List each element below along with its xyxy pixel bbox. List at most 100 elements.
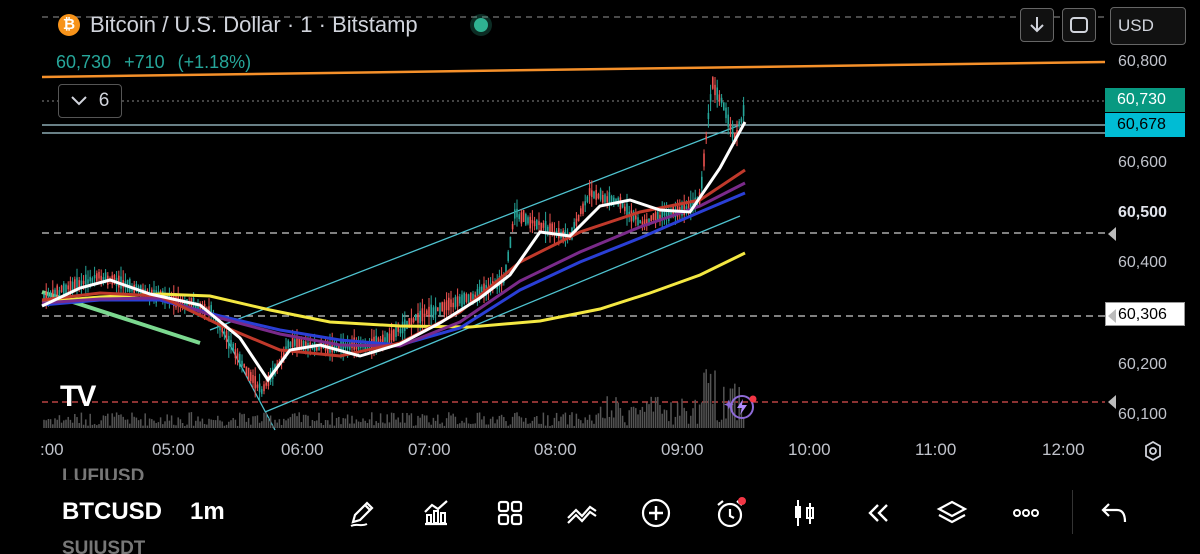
time-axis-label: 07:00	[408, 440, 451, 459]
candle-body	[536, 219, 538, 230]
candle-body	[388, 333, 391, 343]
candle-body	[593, 191, 595, 199]
candle-body	[522, 210, 525, 222]
candle-body	[738, 121, 740, 127]
candle-body	[263, 384, 265, 392]
settings-icon	[1145, 440, 1161, 462]
candle-body	[529, 216, 531, 229]
chevron-down-icon	[70, 96, 87, 106]
price-axis-label: 60,800	[1118, 53, 1167, 70]
candle-body	[228, 335, 230, 349]
line-price-tag: 60,678	[1105, 113, 1185, 137]
candle-body	[386, 332, 388, 343]
channel-line-lower	[264, 215, 741, 413]
time-axis-label: :00	[40, 440, 64, 459]
candles-icon[interactable]	[784, 493, 824, 533]
symbol-current[interactable]: BTCUSD	[62, 498, 162, 526]
candle-body	[531, 219, 534, 224]
candle-body	[580, 208, 582, 214]
candle-body	[245, 366, 248, 377]
download-button[interactable]	[1020, 8, 1054, 42]
candle-body	[740, 118, 743, 123]
candle-body	[445, 300, 448, 311]
triangle-marker-icon	[1108, 227, 1116, 241]
candle-body	[727, 114, 729, 127]
chart-area[interactable]: ₿ Bitcoin / U.S. Dollar · 1 · Bitstamp 6…	[0, 0, 1200, 470]
price-axis-label: 60,200	[1118, 356, 1167, 373]
candle-body	[390, 330, 393, 341]
candle-body	[234, 349, 237, 359]
candle-body	[701, 176, 703, 189]
chart-settings-button[interactable]	[1142, 440, 1164, 462]
undo-icon[interactable]	[1094, 493, 1134, 533]
candle-body	[60, 285, 63, 293]
more-icon[interactable]	[1006, 493, 1046, 533]
candle-body	[96, 273, 98, 282]
candle-body	[430, 304, 432, 316]
candle-body	[538, 221, 540, 226]
candle-body	[52, 289, 54, 295]
candle-body	[448, 297, 450, 311]
price-change: +710	[124, 52, 165, 72]
candle-body	[577, 214, 580, 222]
indicators-icon[interactable]	[416, 493, 456, 533]
price-axis-label: 60,100	[1118, 406, 1167, 423]
candle-body	[509, 236, 512, 248]
fullscreen-button[interactable]	[1062, 8, 1096, 42]
candle-body	[657, 211, 659, 220]
patterns-icon[interactable]	[562, 493, 602, 533]
candle-body	[705, 136, 707, 140]
ma-darkblue	[41, 191, 746, 347]
time-axis-label: 10:00	[788, 440, 831, 459]
candle-body	[507, 251, 509, 262]
candle-body	[588, 188, 591, 196]
candle-body	[575, 218, 578, 226]
plus-icon[interactable]	[636, 493, 676, 533]
symbol-title[interactable]: Bitcoin / U.S. Dollar · 1 · Bitstamp	[90, 12, 418, 38]
ai-spark-icon[interactable]	[723, 394, 758, 420]
candle-body	[421, 308, 424, 322]
symbol-next[interactable]: SUIUSDT	[62, 538, 145, 554]
candle-body	[287, 340, 289, 349]
candle-body	[527, 217, 529, 224]
candle-body	[707, 112, 710, 119]
candle-body	[723, 102, 725, 111]
candle-body	[415, 314, 417, 321]
indicators-count: 6	[98, 90, 110, 111]
candle-body	[89, 276, 91, 282]
candle-body	[426, 310, 428, 315]
tradingview-logo: TV	[60, 380, 96, 413]
candle-body	[98, 271, 100, 279]
pencil-icon[interactable]	[342, 493, 382, 533]
layers-icon[interactable]	[932, 493, 972, 533]
candle-body	[599, 189, 602, 200]
candle-body	[725, 107, 727, 119]
candle-body	[542, 223, 545, 228]
candle-body	[729, 123, 732, 131]
time-axis-label: 08:00	[534, 440, 577, 459]
candle-body	[243, 363, 245, 368]
price-axis-label: 60,500	[1118, 204, 1167, 221]
indicators-toggle-button[interactable]: 6	[58, 84, 122, 118]
grid-icon[interactable]	[490, 493, 530, 533]
ma-purple	[41, 181, 746, 348]
alarm-icon[interactable]	[710, 493, 750, 533]
candle-body	[597, 193, 600, 199]
interval-select[interactable]: 1m	[190, 498, 225, 526]
candle-body	[595, 189, 597, 200]
candle-body	[74, 279, 76, 290]
time-axis-label: 06:00	[281, 440, 324, 459]
candle-body	[419, 310, 421, 323]
symbol-prev[interactable]: LUFIUSD	[62, 466, 144, 480]
candle-body	[423, 313, 426, 318]
candle-body	[518, 214, 520, 220]
candle-body	[465, 294, 468, 302]
candle-body	[718, 94, 721, 102]
currency-select[interactable]: USD	[1110, 7, 1186, 45]
replay-icon[interactable]	[858, 493, 898, 533]
current-price-tag: 60,730	[1105, 88, 1185, 112]
candle-body	[650, 215, 652, 222]
candle-body	[454, 297, 457, 308]
candle-body	[573, 222, 575, 229]
candle-body	[441, 302, 443, 312]
